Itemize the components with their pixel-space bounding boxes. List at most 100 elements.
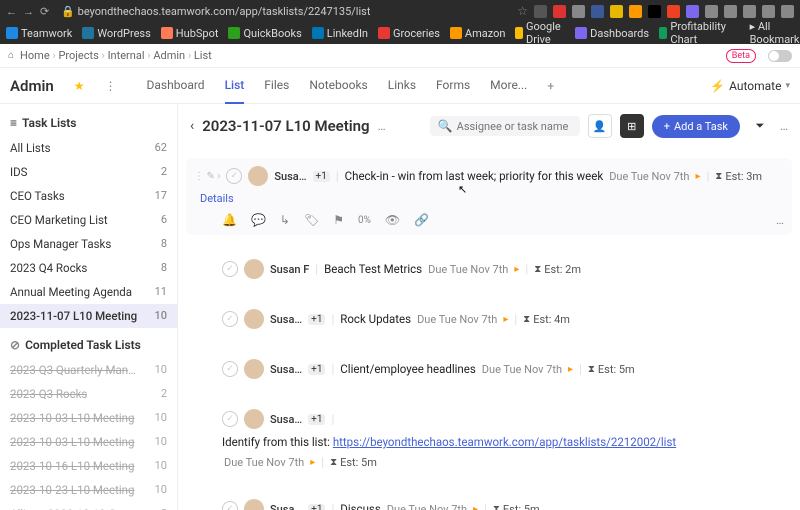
sidebar-list-item[interactable]: All Lists62	[0, 136, 177, 160]
task-more-icon[interactable]: …	[776, 213, 784, 227]
task-row[interactable]: ✓ Susan F | Beach Test Metrics Due Tue N…	[186, 253, 792, 285]
extension-icon[interactable]	[743, 5, 756, 18]
crumb[interactable]: Projects	[58, 49, 98, 62]
sidebar-completed-item[interactable]: 2023 Q3 Quarterly Managem…10	[0, 358, 177, 382]
sidebar-list-item[interactable]: Ops Manager Tasks8	[0, 232, 177, 256]
list-more-icon[interactable]: …	[378, 119, 386, 133]
task-title[interactable]: Client/employee headlines	[340, 362, 476, 376]
nav-back[interactable]: ←	[6, 5, 17, 18]
beta-toggle[interactable]	[768, 50, 792, 62]
task-title[interactable]: Discuss	[340, 502, 381, 510]
avatar[interactable]	[244, 359, 264, 379]
extension-icon[interactable]	[762, 5, 775, 18]
avatar[interactable]	[248, 166, 268, 186]
header-more-icon[interactable]: …	[780, 119, 788, 133]
extension-icon[interactable]	[572, 5, 585, 18]
bookmark-item[interactable]: Groceries	[378, 27, 440, 40]
extension-icon[interactable]	[781, 5, 794, 18]
automate-button[interactable]: ⚡ Automate ▾	[710, 79, 790, 93]
url-display[interactable]: 🔒 beyondthechaos.teamwork.com/app/taskli…	[55, 5, 511, 18]
tab-notebooks[interactable]: Notebooks	[309, 68, 367, 104]
comment-icon[interactable]: 💬	[251, 213, 266, 227]
bookmark-item[interactable]: Google Drive	[515, 20, 565, 46]
extra-assignees[interactable]: +1	[308, 364, 325, 375]
all-bookmarks[interactable]: ▸ All Bookmarks	[750, 20, 800, 46]
task-row[interactable]: ✓ Susa… +1 | Client/employee headlines D…	[186, 353, 792, 385]
sidebar-completed-item[interactable]: Allison 2023-10-10 Quarte…8	[0, 502, 177, 510]
assignee[interactable]: Susa…	[270, 363, 302, 376]
assignee[interactable]: Susa…	[274, 170, 306, 183]
extension-icon[interactable]	[648, 5, 661, 18]
avatar[interactable]	[244, 309, 264, 329]
tag-icon[interactable]: 🏷	[304, 213, 319, 227]
task-row[interactable]: ✓ Susa… +1 | Rock Updates Due Tue Nov 7t…	[186, 303, 792, 335]
sidebar-list-item[interactable]: 2023-11-07 L10 Meeting10	[0, 304, 177, 328]
assignee[interactable]: Susan F	[270, 263, 309, 276]
crumb[interactable]: Internal	[108, 49, 145, 62]
crumb[interactable]: List	[194, 49, 212, 62]
complete-checkbox[interactable]: ✓	[222, 311, 238, 327]
bookmark-item[interactable]: QuickBooks	[228, 27, 301, 40]
bookmark-item[interactable]: WordPress	[82, 27, 150, 40]
eye-icon[interactable]: 👁	[385, 213, 400, 227]
tab-links[interactable]: Links	[388, 68, 416, 104]
subtask-icon[interactable]: ↳	[280, 213, 290, 227]
more-icon[interactable]: ⋮	[105, 79, 117, 93]
bookmark-item[interactable]: HubSpot	[161, 27, 219, 40]
complete-checkbox[interactable]: ✓	[222, 411, 238, 427]
extra-assignees[interactable]: +1	[313, 171, 330, 182]
extension-icon[interactable]	[610, 5, 623, 18]
extension-icon[interactable]	[705, 5, 718, 18]
sidebar-completed-item[interactable]: 2023-10-16 L10 Meeting10	[0, 454, 177, 478]
tab-files[interactable]: Files	[264, 68, 289, 104]
nav-fwd[interactable]: →	[23, 5, 34, 18]
tab-forms[interactable]: Forms	[436, 68, 470, 104]
crumb[interactable]: Admin	[153, 49, 185, 62]
bell-icon[interactable]: 🔔	[222, 213, 237, 227]
avatar[interactable]	[244, 259, 264, 279]
extension-icon[interactable]	[534, 5, 547, 18]
task-row[interactable]: ✓ Susa… +1 | Identify from this list: ht…	[186, 403, 792, 475]
bookmark-item[interactable]: Profitability Chart	[659, 20, 730, 46]
sidebar-completed-item[interactable]: 2023-10-03 L10 Meeting10	[0, 430, 177, 454]
bookmark-item[interactable]: Dashboards	[575, 27, 649, 40]
sidebar-list-item[interactable]: CEO Marketing List6	[0, 208, 177, 232]
task-title[interactable]: Rock Updates	[340, 312, 411, 326]
add-tab[interactable]: +	[547, 79, 554, 93]
assignee[interactable]: Susa…	[270, 413, 302, 426]
flag-icon[interactable]: ⚑	[333, 213, 344, 227]
assignee[interactable]: Susa…	[270, 503, 302, 510]
crumb[interactable]: Home	[20, 49, 50, 62]
progress-percent[interactable]: 0%	[358, 215, 371, 226]
extra-assignees[interactable]: +1	[308, 414, 325, 425]
extra-assignees[interactable]: +1	[308, 314, 325, 325]
star-icon[interactable]: ☆	[517, 4, 528, 18]
sidebar-list-item[interactable]: 2023 Q4 Rocks8	[0, 256, 177, 280]
nav-reload[interactable]: ⟳	[40, 5, 49, 18]
task-row[interactable]: ✓ Susa… +1 | Discuss Due Tue Nov 7th ▸ |…	[186, 493, 792, 510]
complete-checkbox[interactable]: ✓	[222, 501, 238, 510]
sidebar-completed-item[interactable]: 2023 Q3 Rocks2	[0, 382, 177, 406]
favorite-star-icon[interactable]: ★	[74, 79, 85, 93]
extension-icon[interactable]	[553, 5, 566, 18]
search-box[interactable]: 🔍	[430, 116, 580, 136]
complete-checkbox[interactable]: ✓	[222, 361, 238, 377]
task-title[interactable]: Beach Test Metrics	[324, 262, 422, 276]
sidebar-list-item[interactable]: Annual Meeting Agenda11	[0, 280, 177, 304]
avatar[interactable]	[244, 499, 264, 510]
bookmark-item[interactable]: LinkedIn	[312, 27, 368, 40]
tab-more[interactable]: More...	[490, 68, 527, 104]
extension-icon[interactable]	[686, 5, 699, 18]
tab-list[interactable]: List	[225, 68, 245, 104]
search-input[interactable]	[457, 120, 572, 133]
sidebar-completed-item[interactable]: 2023-10-23 L10 Meeting10	[0, 478, 177, 502]
extension-icon[interactable]	[667, 5, 680, 18]
extra-assignees[interactable]: +1	[308, 504, 325, 510]
filter-button[interactable]: ⏷	[748, 114, 772, 138]
extension-icon[interactable]	[629, 5, 642, 18]
assignee[interactable]: Susa…	[270, 313, 302, 326]
avatar[interactable]	[244, 409, 264, 429]
row-handles[interactable]: ⋮ ✎ ›	[194, 171, 220, 182]
task-link[interactable]: https://beyondthechaos.teamwork.com/app/…	[333, 435, 676, 449]
complete-checkbox[interactable]: ✓	[226, 168, 242, 184]
